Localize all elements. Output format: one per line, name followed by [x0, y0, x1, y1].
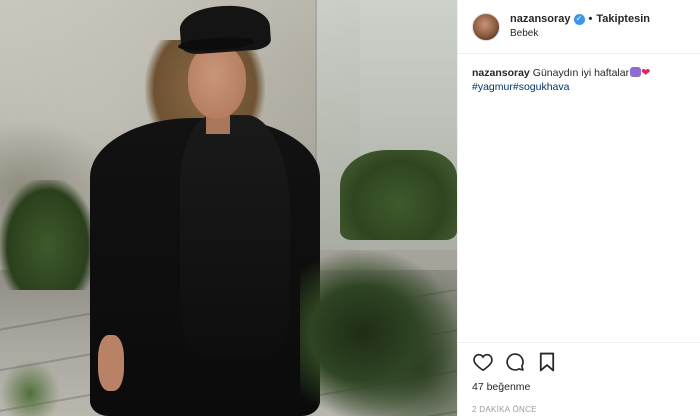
- post-side-panel: nazansoray ✓ • Takiptesin Bebek nazansor…: [457, 0, 700, 416]
- avatar[interactable]: [472, 12, 500, 41]
- photo-face: [188, 45, 246, 119]
- post-header: nazansoray ✓ • Takiptesin Bebek: [458, 0, 700, 54]
- photo-black-scarf: [180, 115, 290, 355]
- header-text: nazansoray ✓ • Takiptesin Bebek: [510, 12, 650, 41]
- bookmark-icon[interactable]: [536, 351, 558, 373]
- caption-text: Günaydın iyi haftalar: [532, 67, 630, 79]
- post-photo[interactable]: [0, 0, 457, 416]
- caption-username[interactable]: nazansoray: [472, 67, 530, 79]
- photo-hand: [98, 335, 124, 391]
- photo-plant-bottom: [0, 360, 60, 416]
- heart-icon[interactable]: [472, 351, 494, 373]
- caption: nazansoray Günaydın iyi haftalar ❤ #yagmur…: [458, 54, 700, 94]
- red-heart-emoji-icon: ❤: [641, 67, 651, 79]
- likes-count[interactable]: 47 beğenme: [472, 381, 687, 393]
- post-timestamp: 2 DAKİKA ÖNCE: [472, 405, 537, 414]
- photo-hedge: [340, 150, 457, 240]
- photo-plant-right: [300, 250, 457, 416]
- separator-dot: •: [588, 13, 593, 25]
- username-link[interactable]: nazansoray: [510, 12, 571, 26]
- header-top-row: nazansoray ✓ • Takiptesin: [510, 12, 650, 26]
- photo-woman: [60, 0, 330, 416]
- action-bar: [472, 349, 687, 375]
- post-footer: 47 beğenme 2 DAKİKA ÖNCE: [458, 342, 700, 416]
- hashtag-sogukhava[interactable]: #sogukhava: [513, 81, 570, 93]
- hashtag-yagmur[interactable]: #yagmur: [472, 81, 513, 93]
- following-button[interactable]: Takiptesin: [596, 12, 650, 26]
- verified-badge-icon: ✓: [573, 13, 585, 25]
- comment-bubble-icon[interactable]: [504, 351, 526, 373]
- praying-hands-emoji-icon: [630, 67, 642, 77]
- location-link[interactable]: Bebek: [510, 27, 650, 41]
- instagram-post: nazansoray ✓ • Takiptesin Bebek nazansor…: [0, 0, 700, 416]
